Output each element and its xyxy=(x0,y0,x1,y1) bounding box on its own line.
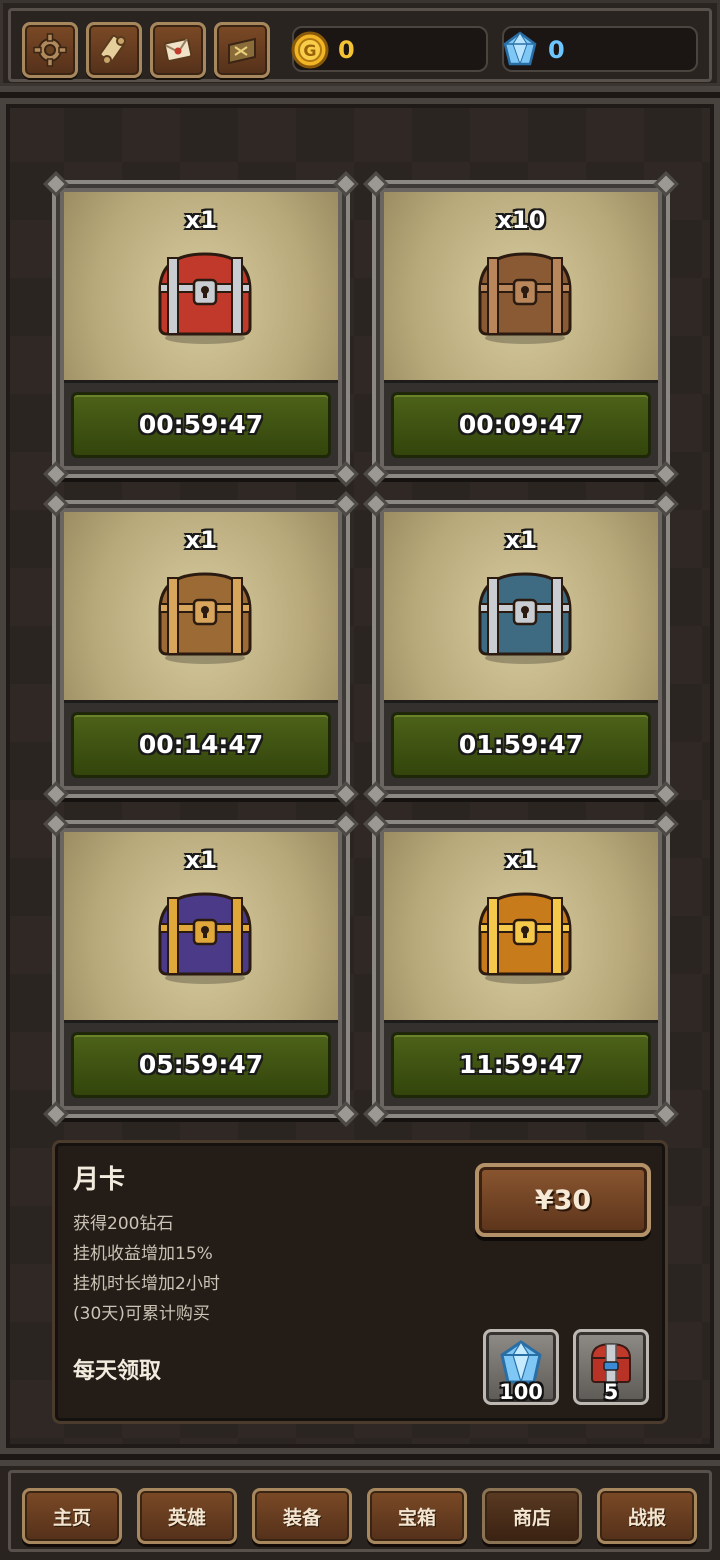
bronze-chest-icon xyxy=(150,560,260,670)
silver-chest-icon xyxy=(470,560,580,670)
wooden-chest-icon xyxy=(470,240,580,350)
golden-chest-icon xyxy=(470,880,580,990)
gear-icon xyxy=(33,33,67,67)
reward-slot-chests[interactable]: 5 xyxy=(573,1329,649,1405)
timer-frame: 01:59:47 xyxy=(384,700,658,786)
month-card-benefit: 挂机收益增加15% xyxy=(73,1244,213,1264)
gem-value: 0 xyxy=(548,36,565,64)
nav-shop[interactable]: 商店 xyxy=(482,1488,582,1544)
timer-frame: 00:09:47 xyxy=(384,380,658,466)
chest-quantity: x1 xyxy=(504,526,538,554)
month-card-benefit: (30天)可累计购买 xyxy=(73,1304,210,1324)
settings-button[interactable] xyxy=(22,22,78,78)
chest-timer-button[interactable]: 01:59:47 xyxy=(391,711,651,778)
svg-text:G: G xyxy=(303,41,316,60)
chest-card[interactable]: x10 00:09:47 xyxy=(363,171,679,487)
month-card-benefit: 获得200钻石 xyxy=(73,1214,174,1234)
month-card-panel: 月卡 获得200钻石 挂机收益增加15% 挂机时长增加2小时 (30天)可累计购… xyxy=(52,1140,668,1424)
reward-slot-diamonds[interactable]: 100 xyxy=(483,1329,559,1405)
timer-frame: 11:59:47 xyxy=(384,1020,658,1106)
nav-home[interactable]: 主页 xyxy=(22,1488,122,1544)
chest-quantity: x1 xyxy=(184,206,218,234)
month-card-title: 月卡 xyxy=(73,1165,126,1195)
nav-battle-report[interactable]: 战报 xyxy=(597,1488,697,1544)
reward-count: 100 xyxy=(499,1380,543,1404)
nav-heroes[interactable]: 英雄 xyxy=(137,1488,237,1544)
reward-count: 5 xyxy=(603,1380,619,1404)
gem-counter: 0 xyxy=(502,26,698,72)
chest-card[interactable]: x1 01:59:47 xyxy=(363,491,679,807)
timer-frame: 05:59:47 xyxy=(64,1020,338,1106)
nav-equipment[interactable]: 装备 xyxy=(252,1488,352,1544)
chest-timer-button[interactable]: 00:09:47 xyxy=(391,391,651,458)
diamond-icon xyxy=(500,30,540,70)
chest-timer-button[interactable]: 00:14:47 xyxy=(71,711,331,778)
chest-timer-button[interactable]: 00:59:47 xyxy=(71,391,331,458)
scroll-icon xyxy=(99,34,126,65)
nav-chests[interactable]: 宝箱 xyxy=(367,1488,467,1544)
bottom-nav: 主页 英雄 装备 宝箱 商店 战报 xyxy=(0,1460,720,1560)
purple-gold-chest-icon xyxy=(150,880,260,990)
red-silver-chest-icon xyxy=(150,240,260,350)
chest-quantity: x1 xyxy=(184,846,218,874)
chest-card[interactable]: x1 00:59:47 xyxy=(43,171,359,487)
chest-quantity: x1 xyxy=(504,846,538,874)
scroll-button[interactable] xyxy=(86,22,142,78)
treasure-map-icon xyxy=(228,37,256,65)
chest-quantity: x1 xyxy=(184,526,218,554)
top-bar: G 0 0 xyxy=(0,0,720,92)
chest-timer-button[interactable]: 05:59:47 xyxy=(71,1031,331,1098)
gold-value: 0 xyxy=(338,36,355,64)
daily-claim-label: 每天领取 xyxy=(73,1359,162,1384)
chest-quantity: x10 xyxy=(496,206,546,234)
buy-month-card-button[interactable]: ¥30 xyxy=(475,1163,651,1237)
chest-card[interactable]: x1 00:14:47 xyxy=(43,491,359,807)
chest-card[interactable]: x1 05:59:47 xyxy=(43,811,359,1127)
envelope-icon xyxy=(163,38,193,62)
map-button[interactable] xyxy=(214,22,270,78)
chest-card[interactable]: x1 11:59:47 xyxy=(363,811,679,1127)
month-card-benefit: 挂机时长增加2小时 xyxy=(73,1274,220,1294)
gold-counter: G 0 xyxy=(290,26,488,72)
mail-button[interactable] xyxy=(150,22,206,78)
timer-frame: 00:14:47 xyxy=(64,700,338,786)
gold-coin-icon: G xyxy=(290,30,330,70)
chest-timer-button[interactable]: 11:59:47 xyxy=(391,1031,651,1098)
timer-frame: 00:59:47 xyxy=(64,380,338,466)
